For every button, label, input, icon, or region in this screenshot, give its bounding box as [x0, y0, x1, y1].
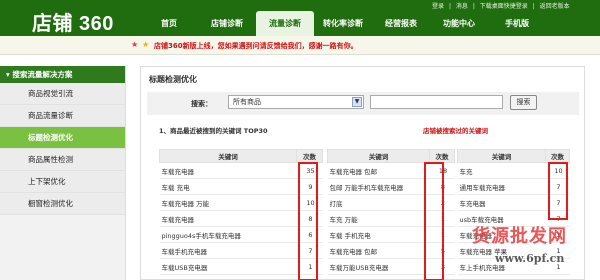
- highlight-box: [424, 162, 444, 280]
- keyword-cell: 车载万能USB充电器: [327, 258, 430, 275]
- keyword-cell: 车充电器: [457, 194, 546, 211]
- sidebar-item-listing-optimize[interactable]: 上下架优化: [0, 171, 125, 193]
- watermark-url: www.6pf.cn: [495, 252, 565, 265]
- sidebar-item-visual-traffic[interactable]: 商品视觉引流: [0, 83, 125, 105]
- keyword-cell: 通用车载充电器: [457, 178, 546, 195]
- separator: |: [448, 3, 451, 10]
- nav-home[interactable]: 首页: [140, 11, 198, 36]
- sidebar-item-title-check[interactable]: 标题检测优化: [0, 127, 125, 149]
- count-header: 次数: [429, 149, 455, 163]
- old-version-link[interactable]: 返回老版本: [540, 3, 570, 10]
- star-icon: ★: [142, 40, 150, 49]
- table-header-row: 关键词 次数: [457, 149, 570, 163]
- keyword-cell: 车充: [457, 162, 546, 179]
- top-links: 登录 | 消息 | 下载桌面快捷登录 | 返回老版本: [432, 1, 573, 10]
- keyword-header: 关键词: [159, 149, 297, 163]
- table-header-row: 关键词 次数: [159, 149, 323, 163]
- keyword-cell: 车载USB充电器: [159, 258, 297, 275]
- search-button[interactable]: 搜索: [510, 95, 537, 110]
- keyword-cell: 车载 手机充电: [327, 226, 430, 243]
- search-label: 搜索：: [191, 100, 212, 108]
- sidebar: ▾ 搜索流量解决方案 商品视觉引流 商品流量诊断 标题检测优化 商品属性检测 上…: [0, 66, 126, 280]
- section-note: 店铺被搜索过的关键词: [423, 127, 488, 135]
- app-logo[interactable]: 店铺 360: [32, 7, 114, 36]
- top-header: 店铺 360 登录 | 消息 | 下载桌面快捷登录 | 返回老版本 首页 店铺诊…: [0, 0, 600, 36]
- section-title: 1、商品最近被搜到的关键词 TOP30: [159, 127, 268, 135]
- keyword-cell: 包邮 万能手机车载充电器: [327, 178, 430, 195]
- sidebar-item-product-traffic[interactable]: 商品流量诊断: [0, 105, 125, 127]
- keyword-cell: 车载充电器: [159, 162, 297, 179]
- keyword-cell: 车载充电器 包邮: [327, 162, 430, 179]
- keyword-cell: 车载充电器 包邮: [327, 242, 430, 259]
- search-input[interactable]: [370, 95, 503, 109]
- product-select-value: 所有商品: [233, 98, 261, 106]
- nav-traffic-diagnosis[interactable]: 流量诊断: [256, 11, 314, 36]
- separator: |: [472, 3, 475, 10]
- nav-conversion-diagnosis[interactable]: 转化率诊断: [314, 11, 372, 36]
- login-link[interactable]: 登录: [432, 3, 444, 10]
- nav-mobile[interactable]: 手机版: [488, 11, 546, 36]
- sidebar-heading: ▾ 搜索流量解决方案: [0, 66, 125, 83]
- product-select[interactable]: 所有商品 ▼: [228, 95, 364, 109]
- keyword-cell: 打底: [327, 194, 430, 211]
- chevron-down-icon[interactable]: ▼: [352, 97, 362, 107]
- keyword-cell: 车载手机充电器: [159, 242, 297, 259]
- highlight-box: [298, 162, 318, 280]
- search-bar: 搜索： 所有商品 ▼ 搜索: [147, 92, 579, 115]
- star-icon: ★: [131, 40, 139, 49]
- keyword-cell: pingguo4s手机车载充电器: [159, 226, 297, 243]
- nav-reports[interactable]: 经营报表: [372, 11, 430, 36]
- desktop-shortcut-link[interactable]: 下载桌面快捷登录: [480, 3, 528, 10]
- count-header: 次数: [545, 149, 570, 163]
- count-header: 次数: [296, 149, 323, 163]
- table-header-row: 关键词 次数: [327, 149, 455, 163]
- sidebar-heading-label: 搜索流量解决方案: [12, 70, 73, 79]
- keyword-header: 关键词: [327, 149, 430, 163]
- messages-link[interactable]: 消息: [456, 3, 468, 10]
- watermark: 货源批发网: [472, 226, 567, 247]
- main-nav: 首页 店铺诊断 流量诊断 转化率诊断 经营报表 功能中心 手机版: [140, 11, 546, 36]
- sidebar-item-attribute-check[interactable]: 商品属性检测: [0, 149, 125, 171]
- keyword-cell: 车充 万能: [327, 210, 430, 227]
- keyword-cell: 车载 充电: [159, 178, 297, 195]
- sidebar-item-showcase-check[interactable]: 橱窗检测优化: [0, 193, 125, 215]
- section-header: 1、商品最近被搜到的关键词 TOP30 店铺被搜索过的关键词: [147, 121, 579, 137]
- highlight-box: [548, 162, 568, 220]
- nav-feature-center[interactable]: 功能中心: [430, 11, 488, 36]
- notice-text: 店铺360新版上线，您如果遇到问请反馈给我们，感谢一路有你。: [154, 42, 358, 50]
- notice-bar: ★ ★ 店铺360新版上线，您如果遇到问请反馈给我们，感谢一路有你。: [0, 36, 600, 55]
- keyword-header: 关键词: [457, 149, 546, 163]
- keyword-cell: 车载充电器 万能: [159, 194, 297, 211]
- nav-shop-diagnosis[interactable]: 店铺诊断: [198, 11, 256, 36]
- page-title: 标题检测优化: [149, 75, 197, 84]
- separator: |: [532, 3, 535, 10]
- keyword-cell: 车载充电器: [159, 210, 297, 227]
